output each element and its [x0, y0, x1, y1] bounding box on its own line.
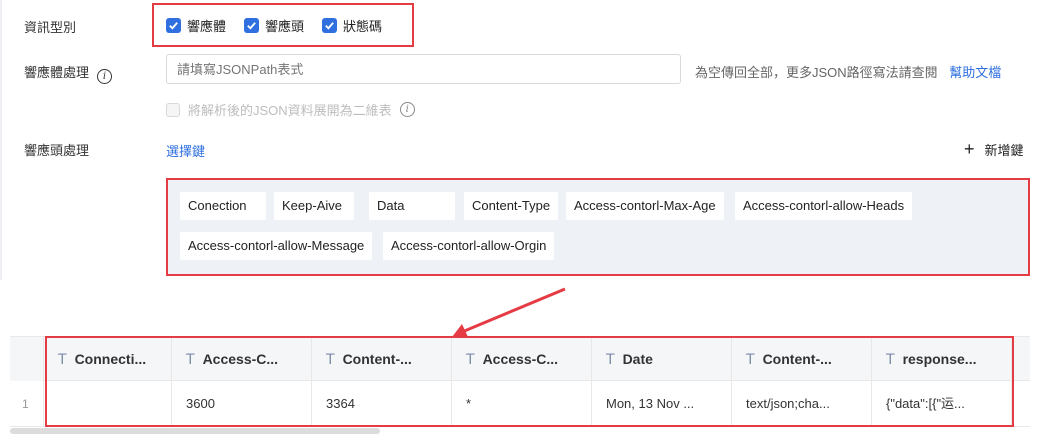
table-highlight [45, 336, 1014, 427]
horizontal-scrollbar[interactable] [10, 428, 380, 434]
row-number-header [10, 337, 44, 381]
row-number: 1 [10, 381, 44, 427]
